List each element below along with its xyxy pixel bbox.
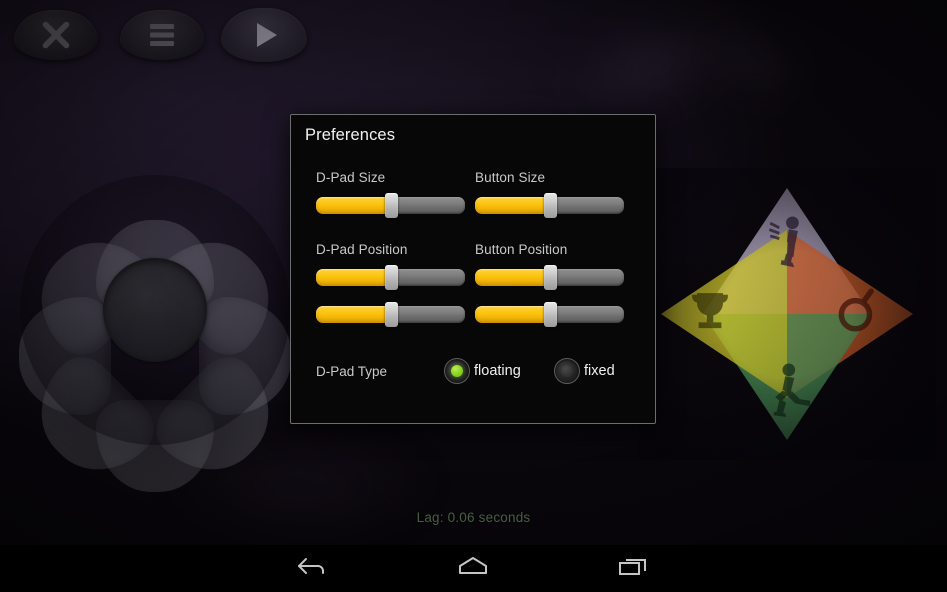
radio-floating-label: floating [474,363,521,379]
slider-thumb[interactable] [543,302,557,327]
dpad-position-y-field [316,302,466,327]
action-button-cluster[interactable] [638,168,936,460]
button-position-x-slider[interactable] [475,265,624,290]
play-icon [244,15,284,55]
lag-status-text: Lag: 0.06 seconds [416,510,531,525]
slider-fill [316,197,391,214]
hamburger-menu-icon [145,20,179,50]
trophy-icon [684,285,742,343]
slider-thumb[interactable] [384,265,398,290]
button-position-field: Button Position [475,241,625,290]
close-icon [37,16,75,54]
button-size-label: Button Size [475,170,546,185]
play-button[interactable] [221,8,307,62]
slider-fill [475,197,550,214]
dpad-type-row: D-Pad Type floating fixed [316,358,632,394]
dpad-position-y-slider[interactable] [316,302,465,327]
android-navigation-bar [0,545,947,592]
slider-fill [316,306,391,323]
ring-icon [832,285,890,343]
running-figure-icon [758,211,816,269]
slider-fill [475,269,550,286]
recents-button[interactable] [584,545,684,592]
dpad-size-label: D-Pad Size [316,170,386,185]
menu-button[interactable] [120,10,204,60]
background-smudge [682,5,818,115]
dpad-position-label: D-Pad Position [316,242,408,257]
slider-thumb[interactable] [384,193,398,218]
position-row-primary: D-Pad Position Button Position [316,241,632,294]
position-row-secondary [316,302,632,336]
home-icon [456,554,490,583]
button-size-slider[interactable] [475,193,624,218]
preferences-form: D-Pad Size Button Size D-Pad Position Bu… [316,169,632,394]
preferences-dialog: Preferences D-Pad Size Button Size D-Pad… [290,114,656,424]
close-button[interactable] [14,10,98,60]
slider-thumb[interactable] [384,302,398,327]
slider-fill [316,269,391,286]
jumping-figure-icon [758,359,816,417]
radio-fixed-label: fixed [584,363,615,379]
size-row: D-Pad Size Button Size [316,169,632,229]
dpad-position-x-slider[interactable] [316,265,465,290]
radio-floating-icon[interactable] [444,358,470,384]
button-position-y-slider[interactable] [475,302,624,327]
floating-dpad[interactable] [17,175,293,494]
slider-thumb[interactable] [543,193,557,218]
slider-thumb[interactable] [543,265,557,290]
dpad-size-slider[interactable] [316,193,465,218]
dpad-type-label: D-Pad Type [316,364,388,379]
android-screen: Lag: 0.06 seconds Preferences D-Pad Size [0,0,947,592]
button-position-y-field [475,302,625,327]
home-button[interactable] [423,545,523,592]
radio-fixed-icon[interactable] [554,358,580,384]
dpad-type-group: D-Pad Type floating fixed [316,358,632,390]
recents-icon [617,554,651,583]
button-size-field: Button Size [475,169,625,218]
radio-option-fixed[interactable]: fixed [554,358,615,384]
back-button[interactable] [263,545,363,592]
button-position-label: Button Position [475,242,568,257]
dpad-position-field: D-Pad Position [316,241,466,290]
dialog-title: Preferences [305,126,396,144]
slider-fill [475,306,550,323]
dpad-size-field: D-Pad Size [316,169,466,218]
radio-option-floating[interactable]: floating [444,358,521,384]
dpad-center-hub[interactable] [103,258,207,362]
back-arrow-icon [296,554,330,583]
